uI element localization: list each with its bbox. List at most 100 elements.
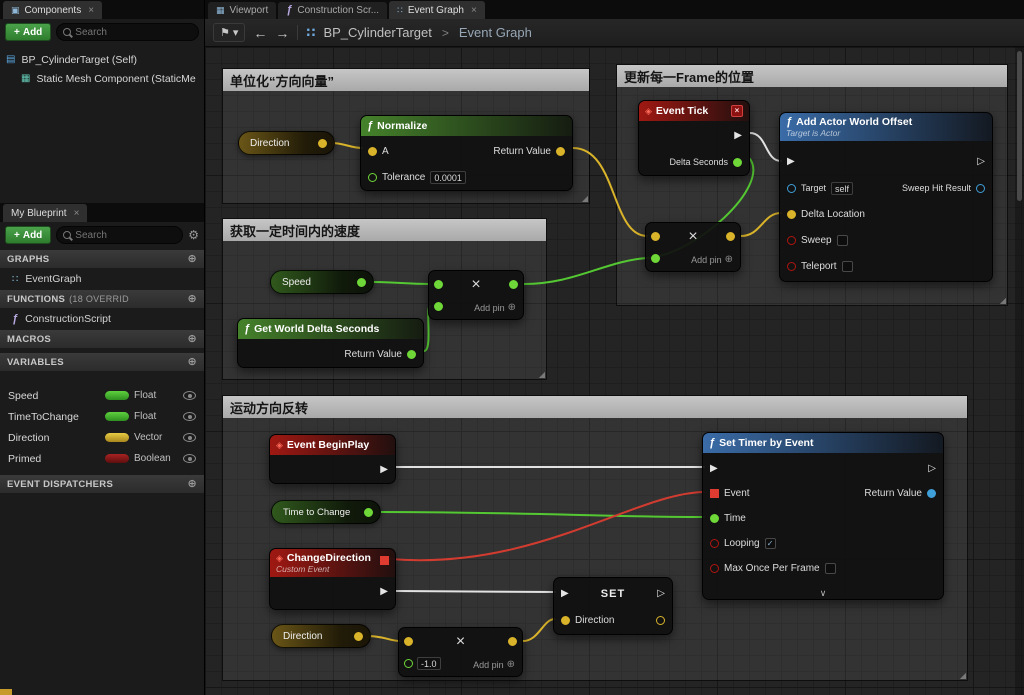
graph-vertical-scrollbar[interactable] [1015,47,1024,695]
exec-out-pin[interactable]: ▶ [380,465,388,475]
section-event-dispatchers[interactable]: EVENT DISPATCHERS ⊕ [0,475,204,493]
node-set-timer-by-event[interactable]: ƒ Set Timer by Event ▶ ▷ Event Return Va… [702,432,944,600]
sweep-checkbox[interactable] [836,234,848,246]
pin-delta-location[interactable] [787,209,796,219]
event-graph-canvas[interactable]: 单位化“方向向量” ◢ 更新每一Frame的位置 ◢ 获取一定时间内的速度 ◢ … [205,47,1024,695]
exec-out-pin[interactable]: ▷ [928,463,936,474]
pin-target[interactable] [787,183,796,193]
tab-viewport[interactable]: ▦ Viewport [208,2,277,19]
exec-out-pin[interactable]: ▷ [977,157,985,167]
variable-row-speed[interactable]: Speed Float [0,385,204,406]
add-pin-button[interactable]: Add pin ⊕ [473,660,515,671]
add-pin-button[interactable]: Add pin ⊕ [691,255,733,266]
pin-time[interactable] [710,514,719,523]
type-pill-float[interactable] [105,391,129,400]
node-get-time-to-change[interactable]: Time to Change [271,500,381,524]
add-dispatcher-icon[interactable]: ⊕ [187,478,197,490]
back-button[interactable]: ← [253,26,267,40]
invert-value-field[interactable]: -1.0 [417,657,441,670]
node-get-speed[interactable]: Speed [270,270,374,294]
pin-in-a[interactable] [434,280,443,289]
tab-event-graph[interactable]: ∷ Event Graph × [389,1,485,19]
looping-checkbox[interactable]: ✓ [764,538,776,549]
scrollbar-thumb[interactable] [1017,51,1022,201]
breadcrumb-parent[interactable]: BP_CylinderTarget [323,25,431,40]
components-search-input[interactable] [75,26,192,38]
my-blueprint-search-input[interactable] [75,229,177,241]
pin-return-value[interactable] [556,146,565,156]
node-event-beginplay[interactable]: ◈ Event BeginPlay ▶ [269,434,396,484]
my-blueprint-search[interactable] [56,226,184,244]
comment-title[interactable]: 单位化“方向向量” [223,69,589,91]
pin-looping[interactable] [710,539,719,548]
pin-event[interactable] [710,489,719,498]
pin-out[interactable] [726,232,735,241]
pin-return-value[interactable] [407,349,416,359]
type-pill-float[interactable] [105,412,129,421]
add-function-icon[interactable]: ⊕ [187,293,197,305]
pin-in-b[interactable] [434,302,443,311]
delegate-pin[interactable] [380,556,389,565]
variable-row-direction[interactable]: Direction Vector [0,427,204,448]
node-multiply-frame[interactable]: × Add pin ⊕ [645,222,741,272]
section-functions[interactable]: FUNCTIONS (18 OVERRID ⊕ [0,290,204,308]
variable-row-primed[interactable]: Primed Boolean [0,448,204,469]
comment-resize-handle[interactable]: ◢ [1000,297,1006,305]
comment-title[interactable]: 获取一定时间内的速度 [223,219,546,241]
add-macro-icon[interactable]: ⊕ [187,333,197,345]
pin-speed-out[interactable] [357,277,366,287]
pin-direction-out[interactable] [318,138,327,148]
teleport-checkbox[interactable] [841,260,853,272]
tab-construction-script[interactable]: ƒ Construction Scr... [278,2,388,19]
pin-a[interactable] [368,146,377,156]
pin-sweep-hit-result[interactable] [976,183,985,193]
section-variables[interactable]: VARIABLES ⊕ [0,353,204,371]
type-pill-vector[interactable] [105,433,129,442]
exec-in-pin[interactable]: ▶ [710,463,718,474]
list-item-constructionscript[interactable]: ƒ ConstructionScript [0,310,204,328]
exec-out-pin[interactable]: ▶ [734,131,742,141]
pin-delta-seconds[interactable] [733,157,742,167]
tab-components[interactable]: ▣ Components × [3,1,103,19]
variable-row-timetochange[interactable]: TimeToChange Float [0,406,204,427]
node-multiply-speed[interactable]: × Add pin ⊕ [428,270,524,320]
exec-in-pin[interactable]: ▶ [787,157,795,167]
close-icon[interactable]: × [74,208,80,219]
comment-title[interactable]: 运动方向反转 [223,396,967,418]
pin-in-a[interactable] [404,637,413,646]
pin-direction-out[interactable] [354,631,363,641]
close-icon[interactable]: × [731,105,743,117]
expand-advanced-chevron-icon[interactable]: ∨ [703,589,943,598]
tree-item-static-mesh[interactable]: ▦ Static Mesh Component (StaticMe [6,69,204,88]
pin-sweep[interactable] [787,235,796,245]
bookmark-button[interactable]: ⚑ ▾ [213,23,246,42]
pin-time-to-change-out[interactable] [364,507,373,517]
visibility-eye-icon[interactable] [183,433,196,442]
node-get-direction-2[interactable]: Direction [271,624,371,648]
tolerance-value-field[interactable]: 0.0001 [430,170,466,184]
add-component-button[interactable]: + Add [5,23,52,41]
gear-icon[interactable]: ⚙ [188,228,199,242]
components-search[interactable] [56,23,199,41]
node-change-direction[interactable]: ◈ ChangeDirection Custom Event ▶ [269,548,396,610]
add-variable-icon[interactable]: ⊕ [187,356,197,368]
pin-teleport[interactable] [787,261,796,271]
forward-button[interactable]: → [275,26,289,40]
pin-in-b[interactable] [651,254,660,263]
pin-out[interactable] [508,637,517,646]
type-pill-boolean[interactable] [105,454,129,463]
comment-resize-handle[interactable]: ◢ [960,672,966,680]
tree-item-self[interactable]: ▤ BP_CylinderTarget (Self) [6,50,204,69]
add-blueprint-item-button[interactable]: + Add [5,226,52,244]
pin-in-b[interactable] [404,659,413,668]
visibility-eye-icon[interactable] [183,454,196,463]
node-get-world-delta-seconds[interactable]: ƒ Get World Delta Seconds Return Value [237,318,424,368]
node-add-actor-world-offset[interactable]: ƒ Add Actor World Offset Target is Actor… [779,112,993,282]
exec-out-pin[interactable]: ▶ [380,587,388,597]
node-event-tick[interactable]: ◈ Event Tick × ▶ Delta Seconds [638,100,750,176]
list-item-eventgraph[interactable]: ∷ EventGraph [0,270,204,288]
node-multiply-invert[interactable]: × -1.0 Add pin ⊕ [398,627,523,677]
section-graphs[interactable]: GRAPHS ⊕ [0,250,204,268]
pin-out[interactable] [509,280,518,289]
add-pin-button[interactable]: Add pin ⊕ [474,303,516,314]
